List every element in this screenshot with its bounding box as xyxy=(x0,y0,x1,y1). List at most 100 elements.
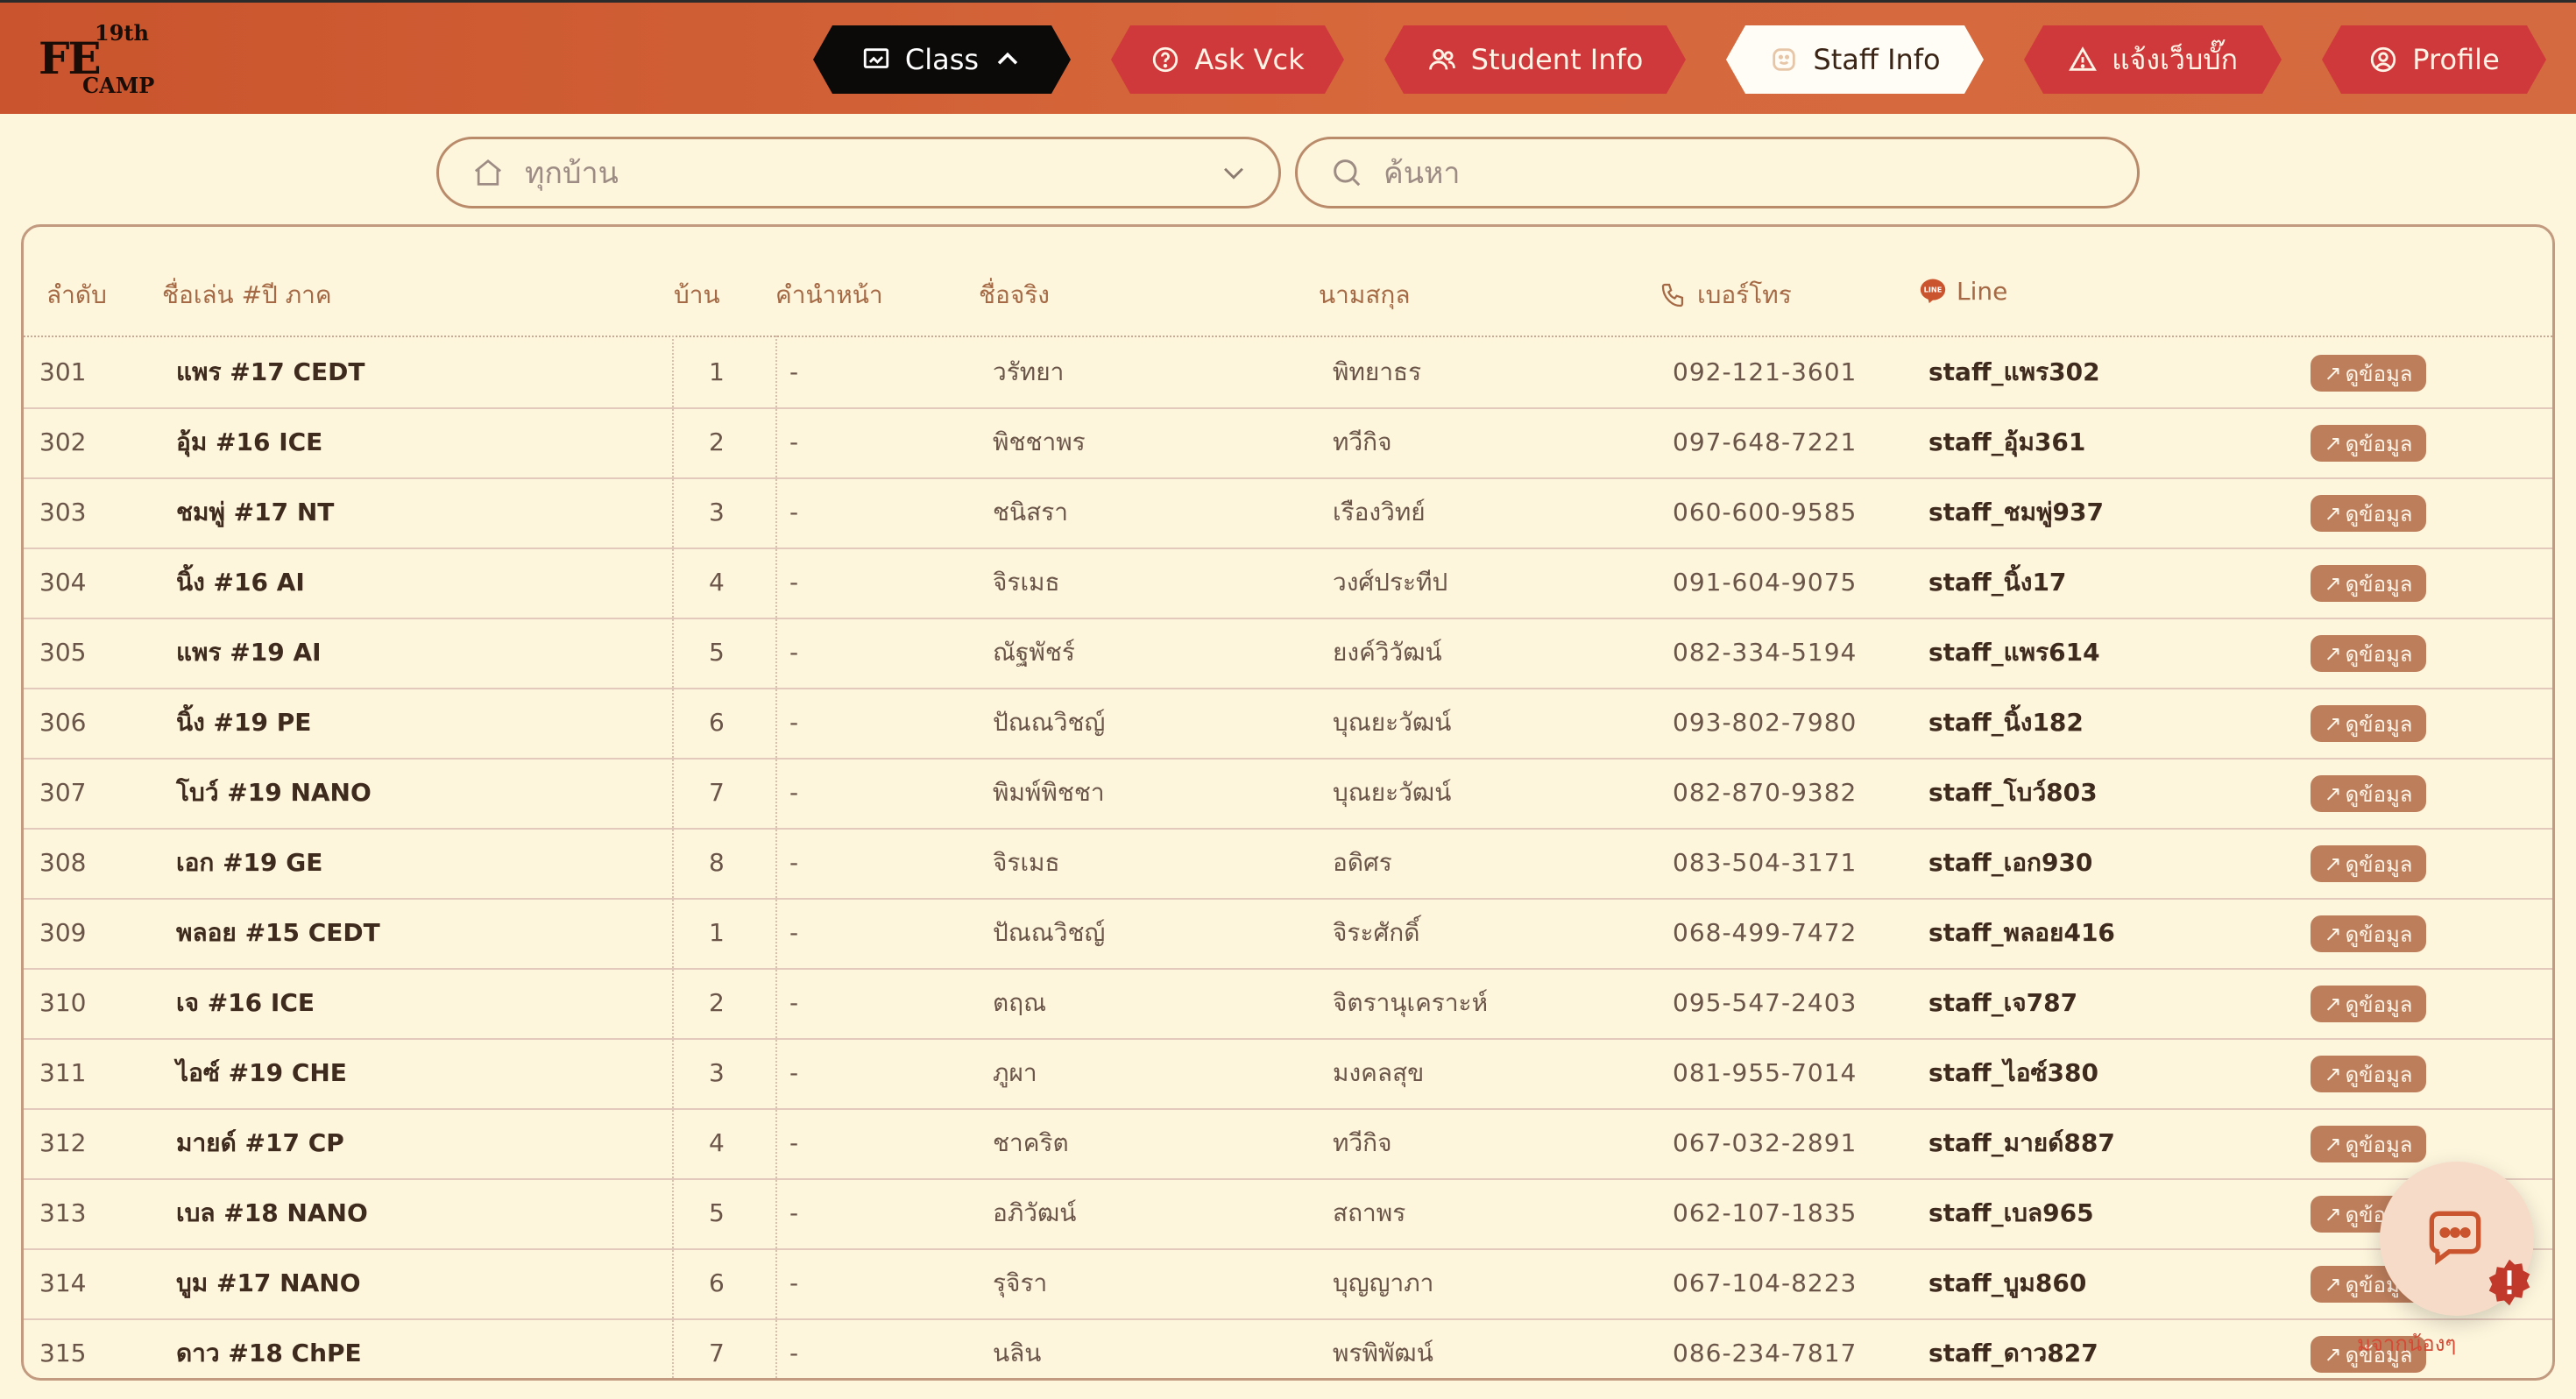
table-row[interactable]: 302 อุ้ม #16 ICE 2 - พิชชาพร ทวีกิจ 097-648-72… xyxy=(24,407,2552,479)
cell-firstname: ตฤณ xyxy=(993,988,1047,1017)
smiley-icon xyxy=(1769,45,1799,74)
cell-prefix: - xyxy=(789,1268,799,1297)
users-icon xyxy=(1427,45,1457,74)
cell-prefix: - xyxy=(789,427,799,456)
cell-nickname: พลอย #15 CEDT xyxy=(176,918,380,947)
header-line[interactable]: LINE Line xyxy=(1918,276,2007,306)
cell-phone: 083-504-3171 xyxy=(1673,848,1858,877)
house-select[interactable]: ทุกบ้าน xyxy=(436,137,1281,208)
table-row[interactable]: 312 มายด์ #17 CP 4 - ชาคริต ทวีกิจ 067-032-289… xyxy=(24,1108,2552,1180)
cell-prefix: - xyxy=(789,918,799,947)
nav-tab-ask-vck[interactable]: Ask Vck xyxy=(1111,25,1344,94)
cell-lastname: เรืองวิทย์ xyxy=(1333,498,1426,526)
cell-house: 3 xyxy=(709,1058,725,1087)
search-input[interactable]: ค้นหา xyxy=(1295,137,2140,208)
cell-line: staff_ชมพู่937 xyxy=(1928,498,2104,526)
cell-prefix: - xyxy=(789,568,799,597)
cell-line: staff_ดาว827 xyxy=(1928,1339,2098,1367)
cell-phone: 082-870-9382 xyxy=(1673,778,1858,807)
view-details-button[interactable]: ↗ ดูข้อมูล xyxy=(2311,355,2426,392)
cell-line: staff_พลอย416 xyxy=(1928,918,2115,947)
table-row[interactable]: 307 โบว์ #19 NANO 7 - พิมพ์พิชชา บุณยะวัฒน์ 08… xyxy=(24,758,2552,830)
question-icon xyxy=(1150,45,1180,74)
chat-icon xyxy=(2429,1211,2481,1265)
header-phone[interactable]: เบอร์โทร xyxy=(1659,276,1792,314)
chat-widget-button[interactable] xyxy=(2380,1162,2534,1316)
cell-phone: 067-104-8223 xyxy=(1673,1268,1858,1297)
table-row[interactable]: 313 เบล #18 NANO 5 - อภิวัฒน์ สถาพร 062-107-18… xyxy=(24,1178,2552,1250)
cell-nickname: นิ้ง #16 AI xyxy=(176,568,305,597)
top-navbar: FE 19th CAMP Class Ask Vck Student Info … xyxy=(0,0,2576,114)
table-row[interactable]: 315 ดาว #18 ChPE 7 - นลิน พรพิพัฒน์ 086-234-78… xyxy=(24,1318,2552,1378)
table-row[interactable]: 311 ไอซ์ #19 CHE 3 - ภูผา มงคลสุข 081-955-7014… xyxy=(24,1038,2552,1110)
view-details-button[interactable]: ↗ ดูข้อมูล xyxy=(2311,986,2426,1022)
cell-firstname: จิรเมธ xyxy=(993,568,1060,597)
cell-firstname: พิชชาพร xyxy=(993,427,1086,456)
view-details-label: ดูข้อมูล xyxy=(2345,992,2413,1017)
view-details-button[interactable]: ↗ ดูข้อมูล xyxy=(2311,705,2426,742)
cell-house: 4 xyxy=(709,1128,725,1157)
header-house[interactable]: บ้าน xyxy=(674,276,720,314)
cell-index: 304 xyxy=(39,568,87,597)
cell-nickname: บูม #17 NANO xyxy=(176,1268,361,1297)
view-details-button[interactable]: ↗ ดูข้อมูล xyxy=(2311,495,2426,532)
view-details-button[interactable]: ↗ ดูข้อมูล xyxy=(2311,565,2426,602)
nav-tab-class[interactable]: Class xyxy=(813,25,1071,94)
header-phone-label: เบอร์โทร xyxy=(1697,280,1792,309)
nav-tab-student-info[interactable]: Student Info xyxy=(1384,25,1686,94)
view-details-label: ดูข้อมูล xyxy=(2345,922,2413,947)
cell-index: 307 xyxy=(39,778,87,807)
nav-tab-report-bug[interactable]: แจ้งเว็บบั๊ก xyxy=(2024,25,2282,94)
chevron-up-icon xyxy=(993,45,1023,74)
cell-nickname: เอก #19 GE xyxy=(176,848,323,877)
nav-tab-staff-info[interactable]: Staff Info xyxy=(1726,25,1984,94)
view-details-label: ดูข้อมูล xyxy=(2345,641,2413,667)
cell-firstname: ปัณณวิชญ์ xyxy=(993,918,1106,947)
view-details-button[interactable]: ↗ ดูข้อมูล xyxy=(2311,635,2426,672)
table-row[interactable]: 314 บูม #17 NANO 6 - รุจิรา บุญญาภา 067-104-82… xyxy=(24,1248,2552,1320)
cell-phone: 097-648-7221 xyxy=(1673,427,1858,456)
table-row[interactable]: 304 นิ้ง #16 AI 4 - จิรเมธ วงศ์ประทีป 091-604-… xyxy=(24,548,2552,619)
table-row[interactable]: 305 แพร #19 AI 5 - ณัฐพัชร์ ยงค์วิวัฒน์ 082-33… xyxy=(24,618,2552,689)
table-row[interactable]: 308 เอก #19 GE 8 - จิรเมธ อดิศร 083-504-3171 st… xyxy=(24,828,2552,900)
logo-sub-text: CAMP xyxy=(82,73,155,98)
cell-lastname: วงศ์ประทีป xyxy=(1333,568,1448,597)
table-row[interactable]: 306 นิ้ง #19 PE 6 - ปัณณวิชญ์ บุณยะวัฒน์ 093-8… xyxy=(24,688,2552,760)
table-row[interactable]: 301 แพร #17 CEDT 1 - วรัทยา พิทยาธร 092-121-36… xyxy=(24,337,2552,409)
cell-line: staff_มายด์887 xyxy=(1928,1128,2115,1157)
cell-lastname: ยงค์วิวัฒน์ xyxy=(1333,638,1442,667)
cell-firstname: วรัทยา xyxy=(993,357,1065,386)
cell-house: 7 xyxy=(709,1339,725,1367)
header-firstname[interactable]: ชื่อจริง xyxy=(979,276,1050,314)
cell-index: 301 xyxy=(39,357,87,386)
view-details-label: ดูข้อมูล xyxy=(2345,361,2413,386)
header-prefix[interactable]: คำนำหน้า xyxy=(775,276,883,314)
arrow-up-right-icon: ↗ xyxy=(2324,431,2342,456)
header-index[interactable]: ลำดับ xyxy=(46,276,107,314)
cell-lastname: ทวีกิจ xyxy=(1333,1128,1392,1157)
table-row[interactable]: 303 ชมพู่ #17 NT 3 - ชนิสรา เรืองวิทย์ 060-600… xyxy=(24,477,2552,549)
staff-table: ลำดับ ชื่อเล่น #ปี ภาค บ้าน คำนำหน้า ชื่… xyxy=(21,224,2555,1381)
view-details-button[interactable]: ↗ ดูข้อมูล xyxy=(2311,425,2426,462)
cell-index: 308 xyxy=(39,848,87,877)
view-details-button[interactable]: ↗ ดูข้อมูล xyxy=(2311,1056,2426,1092)
table-row[interactable]: 309 พลอย #15 CEDT 1 - ปัณณวิชญ์ จิระศักดิ์ 068… xyxy=(24,898,2552,970)
view-details-button[interactable]: ↗ ดูข้อมูล xyxy=(2311,915,2426,952)
nav-tab-profile[interactable]: Profile xyxy=(2322,25,2546,94)
header-lastname[interactable]: นามสกุล xyxy=(1319,276,1411,314)
arrow-up-right-icon: ↗ xyxy=(2324,361,2342,385)
cell-house: 5 xyxy=(709,1198,725,1227)
cell-nickname: แพร #17 CEDT xyxy=(176,357,365,386)
view-details-label: ดูข้อมูล xyxy=(2345,501,2413,526)
fe-camp-logo[interactable]: FE 19th CAMP xyxy=(39,18,155,102)
view-details-button[interactable]: ↗ ดูข้อมูล xyxy=(2311,845,2426,882)
cell-phone: 086-234-7817 xyxy=(1673,1339,1858,1367)
chat-widget-label: มจากน้องๆ xyxy=(2357,1332,2457,1356)
view-details-button[interactable]: ↗ ดูข้อมูล xyxy=(2311,1126,2426,1162)
table-row[interactable]: 310 เจ #16 ICE 2 - ตฤณ จิตรานุเคราะห์ 095-547-… xyxy=(24,968,2552,1040)
cell-line: staff_นิ้ง182 xyxy=(1928,708,2084,737)
header-nickname[interactable]: ชื่อเล่น #ปี ภาค xyxy=(162,276,332,314)
nav-tab-label: Class xyxy=(904,43,980,76)
arrow-up-right-icon: ↗ xyxy=(2324,1062,2342,1086)
view-details-button[interactable]: ↗ ดูข้อมูล xyxy=(2311,775,2426,812)
